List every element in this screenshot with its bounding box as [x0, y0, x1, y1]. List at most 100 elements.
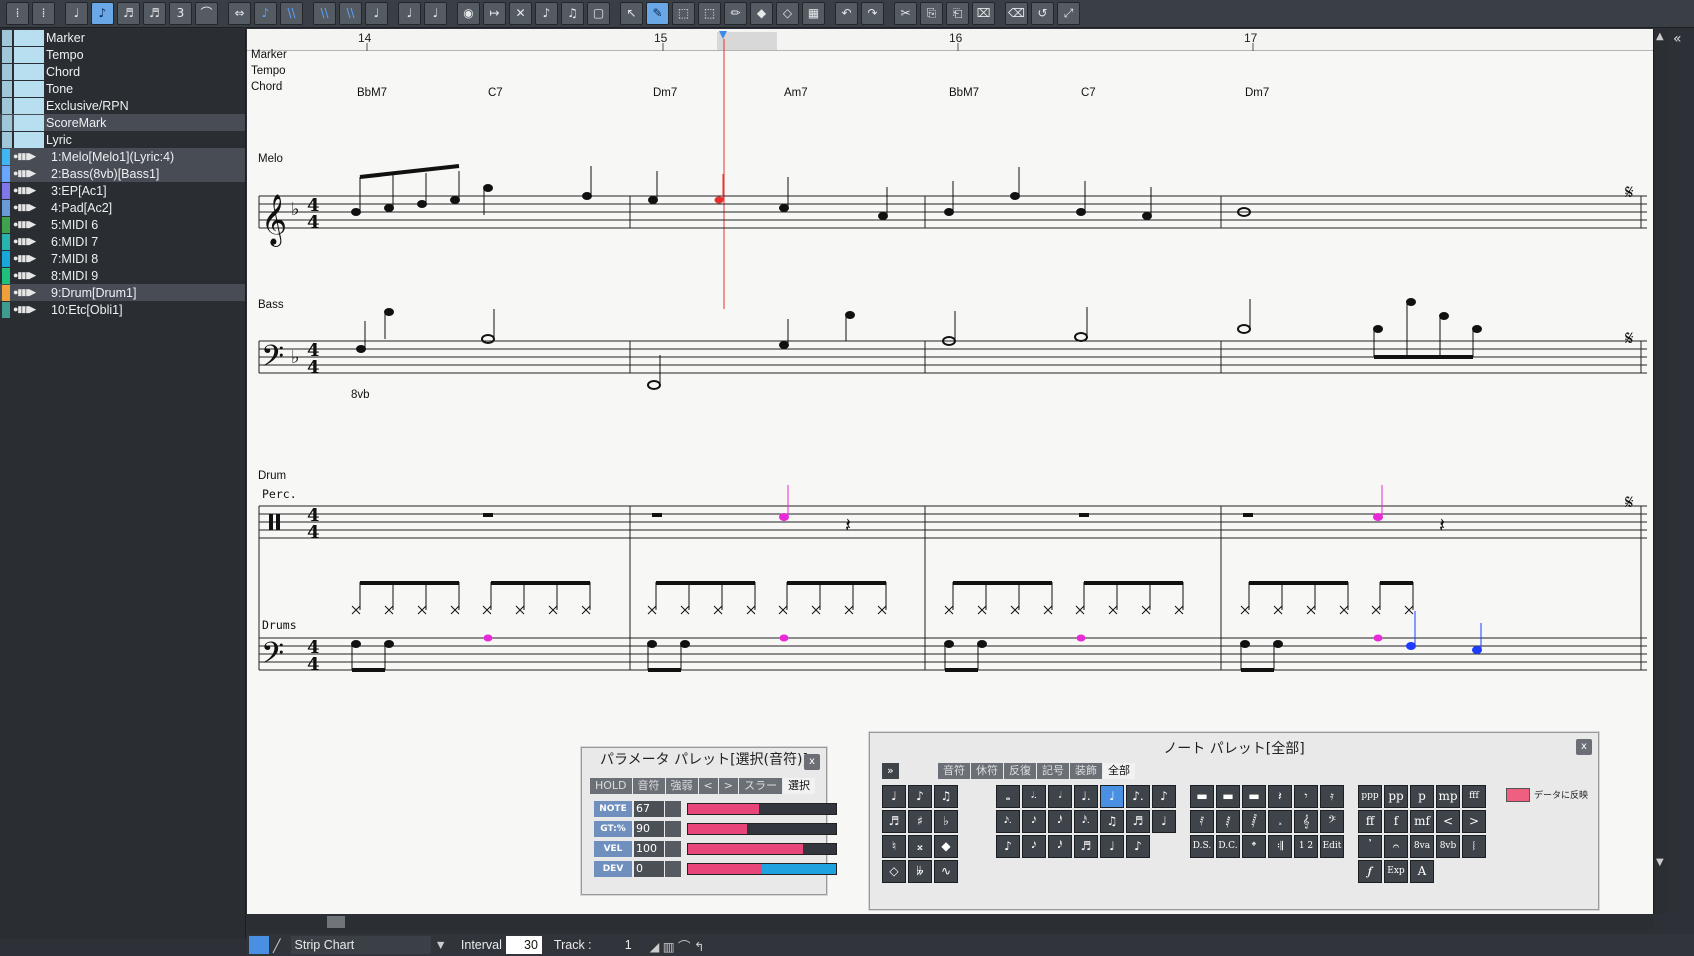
palette-button[interactable]: 𝅘𝅥𝅯 [1022, 835, 1046, 858]
palette-button[interactable]: 𝅘𝅥𝅯 [1022, 810, 1046, 833]
curve-tool-icon[interactable]: ◢ ▥ ⌒ ↰ [646, 936, 709, 955]
palette-button[interactable]: ♬ [1074, 835, 1098, 858]
palette-button[interactable]: f [1384, 810, 1408, 833]
reflect-checkbox[interactable] [1506, 788, 1530, 802]
palette-button[interactable]: ◆ [934, 835, 958, 858]
grid-icon[interactable]: ⁞ [6, 2, 29, 25]
palette-button[interactable]: 𝄌 [1242, 835, 1266, 858]
palette-button[interactable]: 8va [1410, 835, 1434, 858]
spin-icon[interactable] [665, 861, 681, 877]
parameter-tab[interactable]: 選択 [782, 778, 815, 794]
track-controls[interactable]: ●▮▮▮▶ [13, 304, 51, 315]
palette-button[interactable]: 𝄒 [1358, 835, 1382, 858]
track-controls[interactable]: ●▮▮▮▶ [13, 287, 51, 298]
32nd-note-icon[interactable]: ♬ [143, 2, 166, 25]
chord-symbol[interactable]: Dm7 [653, 87, 677, 99]
stamp-icon[interactable]: ▦ [802, 2, 825, 25]
stem-split-icon[interactable]: ♩ [398, 2, 421, 25]
palette-button[interactable]: ◇ [882, 860, 906, 883]
palette-button[interactable]: 𝅁 [1216, 810, 1240, 833]
system-track-row[interactable]: Tempo [0, 46, 245, 63]
scroll-up-icon[interactable]: ▲ [1656, 31, 1664, 42]
parameter-slider[interactable] [687, 843, 837, 855]
chord-symbol[interactable]: BbM7 [949, 87, 979, 99]
track-row[interactable]: ●▮▮▮▶ 4:Pad[Ac2] [0, 199, 245, 216]
cut-icon[interactable]: ✂ [894, 2, 917, 25]
pen-icon[interactable]: ✎ [646, 2, 669, 25]
cross-icon[interactable]: ✕ [509, 2, 532, 25]
palette-button[interactable]: ♮ [882, 835, 906, 858]
palette-button[interactable]: ♬ [1126, 810, 1150, 833]
marker-icon[interactable]: ◉ [457, 2, 480, 25]
palette-button[interactable]: Exp [1384, 860, 1408, 883]
parameter-value-input[interactable]: 100 [634, 841, 664, 857]
chord-symbol[interactable]: BbM7 [357, 87, 387, 99]
beam-2-icon[interactable]: \\ [313, 2, 336, 25]
palette-button[interactable]: 𝅘𝅥𝅰 [1048, 835, 1072, 858]
eraser-icon[interactable]: ⌫ [1005, 2, 1028, 25]
system-track-row[interactable]: Marker [0, 29, 245, 46]
redo-icon[interactable]: ↷ [861, 2, 884, 25]
palette-button[interactable]: 𝄫 [908, 860, 932, 883]
eighth-note-icon[interactable]: ♪ [91, 2, 114, 25]
track-row[interactable]: ●▮▮▮▶ 7:MIDI 8 [0, 250, 245, 267]
undo-icon[interactable]: ↶ [835, 2, 858, 25]
parameter-tab[interactable]: 強弱 [665, 778, 698, 794]
note-tab[interactable]: 反復 [1004, 763, 1036, 779]
track-row[interactable]: ●▮▮▮▶ 5:MIDI 6 [0, 216, 245, 233]
view-mode-select[interactable]: Strip Chart [290, 936, 431, 954]
palette-button[interactable]: mf [1410, 810, 1434, 833]
palette-button[interactable]: 𝄾 [1294, 785, 1318, 808]
auto-beam-icon[interactable]: ⇔ [228, 2, 251, 25]
fill-icon[interactable]: ◆ [750, 2, 773, 25]
palette-button[interactable]: ♫ [934, 785, 958, 808]
collapse-panel-icon[interactable]: « [1673, 31, 1682, 47]
parameter-tab[interactable]: スラー [738, 778, 782, 794]
system-track-row[interactable]: Tone [0, 80, 245, 97]
score-view[interactable]: 14 15 16 17 𝄞 ♭ 4 4 𝄢 ♭ 4 4 4 4 𝄢 4 4 𝄋 … [247, 29, 1653, 914]
palette-button[interactable]: ♩ [882, 785, 906, 808]
select-tool-icon[interactable] [249, 936, 269, 954]
track-controls[interactable]: ●▮▮▮▶ [13, 202, 51, 213]
palette-button[interactable]: 𝅘𝅥𝅰. [1074, 810, 1098, 833]
tempo-curve-icon[interactable]: ↺ [1031, 2, 1054, 25]
palette-button[interactable]: 𝅝 [996, 785, 1020, 808]
chord-symbol[interactable]: C7 [488, 87, 503, 99]
palette-button[interactable]: mp [1436, 785, 1460, 808]
parameter-tab[interactable]: HOLD [590, 778, 632, 794]
palette-button[interactable]: 𝅀 [1190, 810, 1214, 833]
track-controls[interactable]: ●▮▮▮▶ [13, 270, 51, 281]
triplet-icon[interactable]: 3 [169, 2, 192, 25]
palette-button[interactable]: 𝄽 [1268, 785, 1292, 808]
system-track-row[interactable]: Chord [0, 63, 245, 80]
close-icon[interactable]: x [804, 754, 820, 770]
track-row[interactable]: ●▮▮▮▶ 9:Drum[Drum1] [0, 284, 245, 301]
palette-button[interactable]: 𝄪 [908, 835, 932, 858]
palette-button[interactable]: ♭ [934, 810, 958, 833]
system-track-row[interactable]: ScoreMark [0, 114, 245, 131]
palette-button[interactable]: 𝆃 [1462, 835, 1486, 858]
palette-button[interactable]: 𝄇 [1268, 835, 1292, 858]
system-track-row[interactable]: Exclusive/RPN [0, 97, 245, 114]
track-controls[interactable]: ●▮▮▮▶ [13, 168, 51, 179]
palette-button[interactable]: > [1462, 810, 1486, 833]
track-row[interactable]: ●▮▮▮▶ 6:MIDI 7 [0, 233, 245, 250]
parameter-tab[interactable]: > [718, 778, 738, 794]
parameter-slider[interactable] [687, 863, 837, 875]
select-range-icon[interactable]: ⬚ [672, 2, 695, 25]
spin-icon[interactable] [665, 821, 681, 837]
palette-button[interactable]: ♩. [1074, 785, 1098, 808]
spin-icon[interactable] [665, 801, 681, 817]
note-tab[interactable]: 音符 [938, 763, 970, 779]
note-tab[interactable]: 休符 [971, 763, 1003, 779]
palette-button[interactable]: 𝅘𝅥𝅯. [996, 810, 1020, 833]
sixteenth-note-icon[interactable]: ♬ [117, 2, 140, 25]
palette-button[interactable]: ♪ [908, 785, 932, 808]
select-arrow-icon[interactable]: ↖ [620, 2, 643, 25]
vertical-scrollbar[interactable]: ▲ ▼ [1653, 29, 1668, 914]
goto-icon[interactable]: ↦ [483, 2, 506, 25]
scroll-down-icon[interactable]: ▼ [1656, 857, 1664, 868]
palette-button[interactable]: ♩ [1100, 835, 1124, 858]
erase-icon[interactable]: ◇ [776, 2, 799, 25]
track-controls[interactable]: ●▮▮▮▶ [13, 219, 51, 230]
